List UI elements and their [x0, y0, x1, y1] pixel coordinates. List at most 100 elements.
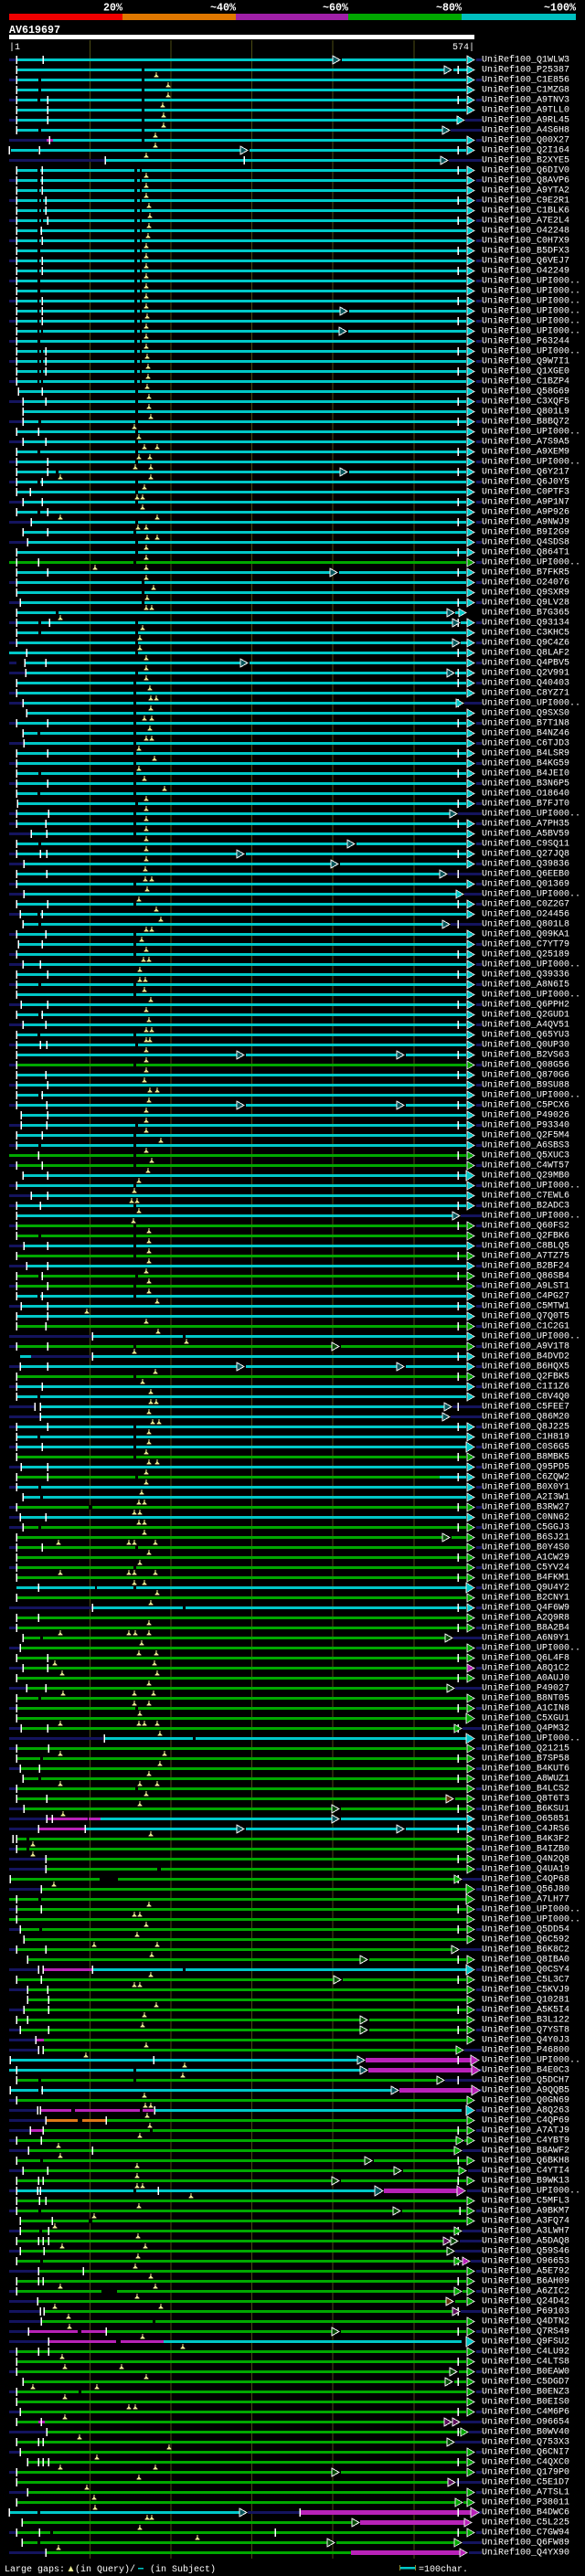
svg-text:UniRef100_A8N6I5: UniRef100_A8N6I5 [482, 979, 569, 990]
svg-text:UniRef100_Q9LV28: UniRef100_Q9LV28 [482, 597, 569, 608]
svg-text:UniRef100_Q6PPH2: UniRef100_Q6PPH2 [482, 999, 569, 1010]
svg-text:UniRef100_O65851: UniRef100_O65851 [482, 1813, 569, 1824]
svg-text:UniRef100_UPI000..: UniRef100_UPI000.. [482, 1089, 580, 1100]
svg-text:UniRef100_A8Q263: UniRef100_A8Q263 [482, 2104, 569, 2115]
svg-text:UniRef100_Q8J225: UniRef100_Q8J225 [482, 1421, 569, 1432]
svg-text:UniRef100_Q6J0Y5: UniRef100_Q6J0Y5 [482, 476, 569, 487]
svg-text:UniRef100_B3N6P5: UniRef100_B3N6P5 [482, 778, 569, 789]
svg-text:UniRef100_C4QP69: UniRef100_C4QP69 [482, 2115, 569, 2125]
svg-text:UniRef100_B4KG59: UniRef100_B4KG59 [482, 758, 569, 769]
svg-text:UniRef100_Q4YX90: UniRef100_Q4YX90 [482, 2547, 569, 2558]
svg-text:UniRef100_C4JRS6: UniRef100_C4JRS6 [482, 1823, 569, 1834]
svg-text:UniRef100_B6HQX5: UniRef100_B6HQX5 [482, 1361, 569, 1372]
svg-text:UniRef100_Q4PBV5: UniRef100_Q4PBV5 [482, 657, 569, 668]
svg-text:UniRef100_A5BV59: UniRef100_A5BV59 [482, 828, 569, 839]
svg-text:UniRef100_A5K5I4: UniRef100_A5K5I4 [482, 2004, 569, 2015]
svg-text:UniRef100_UPI000..: UniRef100_UPI000.. [482, 697, 580, 708]
svg-text:UniRef100_UPI000..: UniRef100_UPI000.. [482, 1210, 580, 1221]
svg-text:UniRef100_Q1WLW3: UniRef100_Q1WLW3 [482, 54, 569, 65]
svg-text:UniRef100_O18640: UniRef100_O18640 [482, 788, 569, 799]
svg-text:UniRef100_Q10281: UniRef100_Q10281 [482, 1994, 569, 2005]
svg-text:UniRef100_Q4Y0J3: UniRef100_Q4Y0J3 [482, 2034, 569, 2045]
svg-text:UniRef100_C5L225: UniRef100_C5L225 [482, 2517, 569, 2528]
svg-text:UniRef100_Q95PD5: UniRef100_Q95PD5 [482, 1461, 569, 1472]
svg-text:UniRef100_B9I2G9: UniRef100_B9I2G9 [482, 526, 569, 537]
svg-text:UniRef100_P46800: UniRef100_P46800 [482, 2044, 569, 2055]
svg-text:UniRef100_B4NZ46: UniRef100_B4NZ46 [482, 727, 569, 738]
svg-text:UniRef100_UPI000..: UniRef100_UPI000.. [482, 557, 580, 567]
svg-text:UniRef100_Q4N2Q8: UniRef100_Q4N2Q8 [482, 1853, 569, 1864]
svg-text:UniRef100_UPI000..: UniRef100_UPI000.. [482, 315, 580, 326]
svg-text:UniRef100_Q39336: UniRef100_Q39336 [482, 969, 569, 980]
svg-text:(in Query)/: (in Query)/ [75, 2564, 135, 2575]
svg-text:UniRef100_A6SBS3: UniRef100_A6SBS3 [482, 1140, 569, 1150]
svg-text:UniRef100_Q7YST8: UniRef100_Q7YST8 [482, 2024, 569, 2035]
svg-text:UniRef100_C1MZG8: UniRef100_C1MZG8 [482, 84, 569, 95]
svg-text:UniRef100_O42248: UniRef100_O42248 [482, 225, 569, 236]
svg-text:UniRef100_B8BQ72: UniRef100_B8BQ72 [482, 416, 569, 427]
svg-text:UniRef100_B4LCS2: UniRef100_B4LCS2 [482, 1783, 569, 1794]
svg-text:UniRef100_Q01369: UniRef100_Q01369 [482, 878, 569, 889]
svg-text:UniRef100_B8NT05: UniRef100_B8NT05 [482, 1692, 569, 1703]
svg-text:UniRef100_C5DGD7: UniRef100_C5DGD7 [482, 2376, 569, 2387]
svg-text:UniRef100_C1H819: UniRef100_C1H819 [482, 1431, 569, 1442]
svg-text:UniRef100_C3XQF5: UniRef100_C3XQF5 [482, 396, 569, 407]
svg-text:UniRef100_C5XGU1: UniRef100_C5XGU1 [482, 1712, 569, 1723]
svg-text:UniRef100_O24076: UniRef100_O24076 [482, 577, 569, 588]
svg-text:UniRef100_B4K3F2: UniRef100_B4K3F2 [482, 1833, 569, 1844]
svg-text:UniRef100_B2ADC3: UniRef100_B2ADC3 [482, 1200, 569, 1211]
svg-text:UniRef100_UPI000..: UniRef100_UPI000.. [482, 959, 580, 970]
svg-text:UniRef100_UPI000..: UniRef100_UPI000.. [482, 2185, 580, 2196]
svg-text:UniRef100_A2Q9R8: UniRef100_A2Q9R8 [482, 1612, 569, 1623]
svg-text:UniRef100_O24456: UniRef100_O24456 [482, 908, 569, 919]
svg-text:|1: |1 [9, 42, 20, 53]
svg-text:~40%: ~40% [210, 2, 236, 15]
svg-text:UniRef100_C7EWL6: UniRef100_C7EWL6 [482, 1190, 569, 1201]
svg-text:UniRef100_C6TJD3: UniRef100_C6TJD3 [482, 737, 569, 748]
svg-text:UniRef100_A9P1N7: UniRef100_A9P1N7 [482, 496, 569, 507]
svg-text:UniRef100_A7S9A5: UniRef100_A7S9A5 [482, 436, 569, 447]
svg-text:UniRef100_UPI000..: UniRef100_UPI000.. [482, 1733, 580, 1744]
svg-text:UniRef100_C5E1D7: UniRef100_C5E1D7 [482, 2476, 569, 2487]
svg-text:UniRef100_Q5DCH7: UniRef100_Q5DCH7 [482, 2074, 569, 2085]
svg-text:UniRef100_C4M6P6: UniRef100_C4M6P6 [482, 2406, 569, 2417]
svg-text:UniRef100_A8WUZ1: UniRef100_A8WUZ1 [482, 1773, 569, 1784]
svg-text:UniRef100_UPI000..: UniRef100_UPI000.. [482, 456, 580, 467]
svg-text:UniRef100_B4E0C3: UniRef100_B4E0C3 [482, 2064, 569, 2075]
svg-text:UniRef100_B0WV40: UniRef100_B0WV40 [482, 2426, 569, 2437]
svg-text:UniRef100_UPI000..: UniRef100_UPI000.. [482, 1913, 580, 1924]
svg-text:UniRef100_Q8AVP6: UniRef100_Q8AVP6 [482, 175, 569, 186]
svg-text:UniRef100_Q5XUC3: UniRef100_Q5XUC3 [482, 1150, 569, 1161]
svg-text:UniRef100_B2CNY1: UniRef100_B2CNY1 [482, 1592, 569, 1603]
svg-text:UniRef100_Q6EEB0: UniRef100_Q6EEB0 [482, 868, 569, 879]
svg-text:UniRef100_A9TNV3: UniRef100_A9TNV3 [482, 94, 569, 105]
svg-text:UniRef100_Q7RS49: UniRef100_Q7RS49 [482, 2326, 569, 2337]
svg-text:AV619697: AV619697 [9, 24, 60, 37]
svg-text:UniRef100_Q2V991: UniRef100_Q2V991 [482, 667, 569, 678]
svg-text:UniRef100_B0X0Y1: UniRef100_B0X0Y1 [482, 1481, 569, 1492]
svg-text:UniRef100_C5PCX6: UniRef100_C5PCX6 [482, 1099, 569, 1110]
svg-text:UniRef100_C3KHC5: UniRef100_C3KHC5 [482, 627, 569, 638]
svg-text:UniRef100_P93340: UniRef100_P93340 [482, 1119, 569, 1130]
svg-text:UniRef100_A8Q1C2: UniRef100_A8Q1C2 [482, 1662, 569, 1673]
svg-text:UniRef100_Q40403: UniRef100_Q40403 [482, 677, 569, 688]
svg-text:UniRef100_B2VS63: UniRef100_B2VS63 [482, 1049, 569, 1060]
svg-text:UniRef100_B4DVD2: UniRef100_B4DVD2 [482, 1351, 569, 1362]
svg-text:UniRef100_UPI000..: UniRef100_UPI000.. [482, 426, 580, 437]
svg-text:UniRef100_A4QV51: UniRef100_A4QV51 [482, 1019, 569, 1030]
svg-text:UniRef100_B4KUT6: UniRef100_B4KUT6 [482, 1763, 569, 1774]
svg-text:UniRef100_A7ATJ9: UniRef100_A7ATJ9 [482, 2125, 569, 2136]
svg-text:UniRef100_P63244: UniRef100_P63244 [482, 335, 569, 346]
svg-text:UniRef100_Q00X27: UniRef100_Q00X27 [482, 134, 569, 145]
svg-text:UniRef100_C1BZP4: UniRef100_C1BZP4 [482, 376, 569, 387]
svg-text:UniRef100_Q2GUD1: UniRef100_Q2GUD1 [482, 1009, 569, 1020]
svg-text:UniRef100_A9XEM9: UniRef100_A9XEM9 [482, 446, 569, 457]
svg-text:UniRef100_Q1XGE0: UniRef100_Q1XGE0 [482, 366, 569, 376]
svg-text:UniRef100_Q4UA19: UniRef100_Q4UA19 [482, 1863, 569, 1874]
svg-text:UniRef100_Q2F5M4: UniRef100_Q2F5M4 [482, 1129, 569, 1140]
svg-text:UniRef100_Q86SB4: UniRef100_Q86SB4 [482, 1270, 569, 1281]
svg-text:Large gaps:: Large gaps: [5, 2565, 65, 2575]
svg-text:~80%: ~80% [436, 2, 462, 15]
svg-text:UniRef100_Q6C592: UniRef100_Q6C592 [482, 1934, 569, 1945]
svg-text:UniRef100_B9WK13: UniRef100_B9WK13 [482, 2175, 569, 2186]
